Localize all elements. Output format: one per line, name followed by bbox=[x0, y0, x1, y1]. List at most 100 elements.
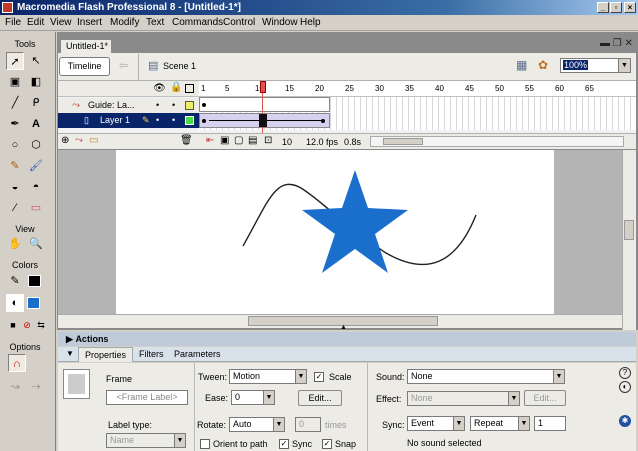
delete-layer-icon[interactable]: 🗑 bbox=[180, 135, 193, 146]
scroll-thumb[interactable] bbox=[624, 220, 634, 240]
layer-outline-color[interactable] bbox=[185, 101, 194, 110]
center-frame-icon[interactable]: ⇤ bbox=[206, 135, 214, 146]
lock-icon[interactable]: 🔒 bbox=[170, 82, 182, 93]
eraser-tool-icon[interactable]: ▭ bbox=[27, 199, 45, 217]
onion-outlines-icon[interactable]: ▢ bbox=[234, 135, 243, 146]
menu-view[interactable]: View bbox=[50, 17, 72, 28]
collapse-arrow-icon[interactable]: ▼ bbox=[66, 349, 74, 358]
hand-tool-icon[interactable]: ✋ bbox=[6, 235, 24, 253]
guide-frame-span[interactable] bbox=[199, 97, 330, 112]
stage[interactable] bbox=[116, 150, 554, 316]
menu-text[interactable]: Text bbox=[146, 17, 164, 28]
eyedropper-tool-icon[interactable]: ⁄ bbox=[6, 199, 24, 217]
doc-minimize-icon[interactable]: ▬ bbox=[600, 38, 610, 49]
smooth-icon[interactable]: ↝ bbox=[6, 378, 24, 396]
fill-color-icon[interactable]: ◐ bbox=[6, 294, 24, 312]
menu-insert[interactable]: Insert bbox=[77, 17, 102, 28]
layer-row-1[interactable]: ▯ Layer 1 ✎ • • bbox=[58, 113, 199, 128]
lock-dot[interactable]: • bbox=[172, 113, 175, 128]
maximize-button[interactable]: ▫ bbox=[610, 2, 622, 13]
menu-control[interactable]: Control bbox=[223, 17, 255, 28]
help-icon[interactable]: ? bbox=[619, 367, 631, 379]
modify-markers-icon[interactable]: ⊡ bbox=[264, 135, 272, 146]
document-tab[interactable]: Untitled-1* bbox=[60, 39, 112, 53]
stroke-color-swatch[interactable] bbox=[28, 275, 41, 287]
stage-vscrollbar[interactable] bbox=[622, 150, 636, 330]
timeline-hscrollbar[interactable] bbox=[370, 136, 624, 147]
fill-color-swatch[interactable] bbox=[27, 297, 40, 309]
menu-window[interactable]: Window bbox=[262, 17, 298, 28]
brush-tool-icon[interactable]: 🖌 bbox=[27, 157, 45, 175]
layer-outline-color[interactable] bbox=[185, 116, 194, 125]
swap-colors-icon[interactable]: ⇆ bbox=[32, 316, 50, 334]
edit-ease-button[interactable]: Edit... bbox=[298, 390, 342, 406]
stroke-color-icon[interactable]: ✎ bbox=[6, 272, 24, 290]
add-motion-guide-icon[interactable]: ⤳ bbox=[75, 135, 83, 146]
arrow-tool-icon[interactable]: ➚ bbox=[6, 52, 24, 70]
eye-icon[interactable]: 👁 bbox=[153, 83, 166, 94]
straighten-icon[interactable]: ⇢ bbox=[27, 378, 45, 396]
back-arrow-icon[interactable]: ⇦ bbox=[119, 59, 128, 72]
tab-parameters[interactable]: Parameters bbox=[174, 349, 221, 359]
menu-file[interactable]: File bbox=[5, 17, 21, 28]
line-tool-icon[interactable]: ╱ bbox=[6, 94, 24, 112]
lasso-tool-icon[interactable]: ᑭ bbox=[27, 94, 45, 112]
insert-folder-icon[interactable]: ▭ bbox=[89, 135, 98, 146]
lock-dot[interactable]: • bbox=[172, 98, 175, 113]
star-shape[interactable] bbox=[302, 170, 408, 273]
ease-input[interactable]: 0 ▼ bbox=[231, 390, 275, 405]
scroll-thumb[interactable] bbox=[383, 138, 423, 145]
edit-symbols-icon[interactable]: ✿ bbox=[538, 58, 548, 72]
minimize-button[interactable]: _ bbox=[597, 2, 609, 13]
orient-to-path-checkbox[interactable] bbox=[200, 439, 210, 449]
keyframe-dot[interactable] bbox=[321, 119, 325, 123]
onion-skin-icon[interactable]: ▣ bbox=[220, 135, 229, 146]
sync-select[interactable]: Event ▼ bbox=[407, 416, 465, 431]
paint-bucket-tool-icon[interactable]: ◓ bbox=[27, 178, 45, 196]
panel-collapse-arrow-icon[interactable]: ▲ bbox=[340, 324, 347, 331]
pencil-tool-icon[interactable]: ✎ bbox=[6, 157, 24, 175]
oval-tool-icon[interactable]: ○ bbox=[6, 136, 24, 154]
repeat-select[interactable]: Repeat ▼ bbox=[470, 416, 530, 431]
expand-panel-icon[interactable]: ✱ bbox=[619, 415, 631, 427]
tab-properties[interactable]: Properties bbox=[78, 347, 134, 362]
layer-row-guide[interactable]: ⤳ Guide: La... • • bbox=[58, 98, 199, 113]
menu-edit[interactable]: Edit bbox=[27, 17, 44, 28]
doc-close-icon[interactable]: ✕ bbox=[625, 38, 633, 49]
scale-checkbox[interactable]: ✓ bbox=[314, 372, 324, 382]
fill-transform-tool-icon[interactable]: ◧ bbox=[27, 73, 45, 91]
repeat-count-input[interactable]: 1 bbox=[534, 416, 566, 431]
keyframe-dot[interactable] bbox=[202, 103, 206, 107]
frame-rate[interactable]: 12.0 fps bbox=[306, 137, 338, 147]
timeline-toggle-button[interactable]: Timeline bbox=[59, 57, 110, 76]
visibility-dot[interactable]: • bbox=[156, 98, 159, 113]
doc-restore-icon[interactable]: ❐ bbox=[613, 38, 622, 49]
outline-icon[interactable] bbox=[185, 84, 194, 93]
accessibility-icon[interactable]: ◐ bbox=[619, 381, 631, 393]
sync-checkbox[interactable]: ✓ bbox=[279, 439, 289, 449]
menu-help[interactable]: Help bbox=[300, 17, 321, 28]
polystar-tool-icon[interactable]: ⬡ bbox=[27, 136, 45, 154]
rotate-times-input[interactable]: 0 bbox=[295, 417, 321, 432]
keyframe-dot[interactable] bbox=[202, 119, 206, 123]
zoom-select[interactable]: 100% ▼ bbox=[560, 58, 631, 73]
insert-layer-icon[interactable]: ⊕ bbox=[61, 135, 69, 146]
tab-filters[interactable]: Filters bbox=[139, 349, 164, 359]
snap-checkbox[interactable]: ✓ bbox=[322, 439, 332, 449]
frame-label-input[interactable]: <Frame Label> bbox=[106, 390, 188, 405]
zoom-tool-icon[interactable]: 🔍 bbox=[27, 235, 45, 253]
edit-multiple-frames-icon[interactable]: ▤ bbox=[248, 135, 257, 146]
free-transform-tool-icon[interactable]: ▣ bbox=[6, 73, 24, 91]
close-button[interactable]: × bbox=[624, 2, 636, 13]
current-frame-cell[interactable] bbox=[259, 114, 267, 127]
snap-to-objects-icon[interactable]: ∩ bbox=[8, 354, 26, 372]
effect-select[interactable]: None ▼ bbox=[407, 391, 520, 406]
pen-tool-icon[interactable]: ✒ bbox=[6, 115, 24, 133]
visibility-dot[interactable]: • bbox=[156, 113, 159, 128]
edit-effect-button[interactable]: Edit... bbox=[524, 390, 566, 406]
label-type-select[interactable]: Name ▼ bbox=[106, 433, 186, 448]
playhead[interactable] bbox=[260, 81, 266, 93]
menu-modify[interactable]: Modify bbox=[110, 17, 139, 28]
sound-select[interactable]: None ▼ bbox=[407, 369, 565, 384]
actions-panel-header[interactable]: ▶ Actions bbox=[58, 332, 636, 346]
